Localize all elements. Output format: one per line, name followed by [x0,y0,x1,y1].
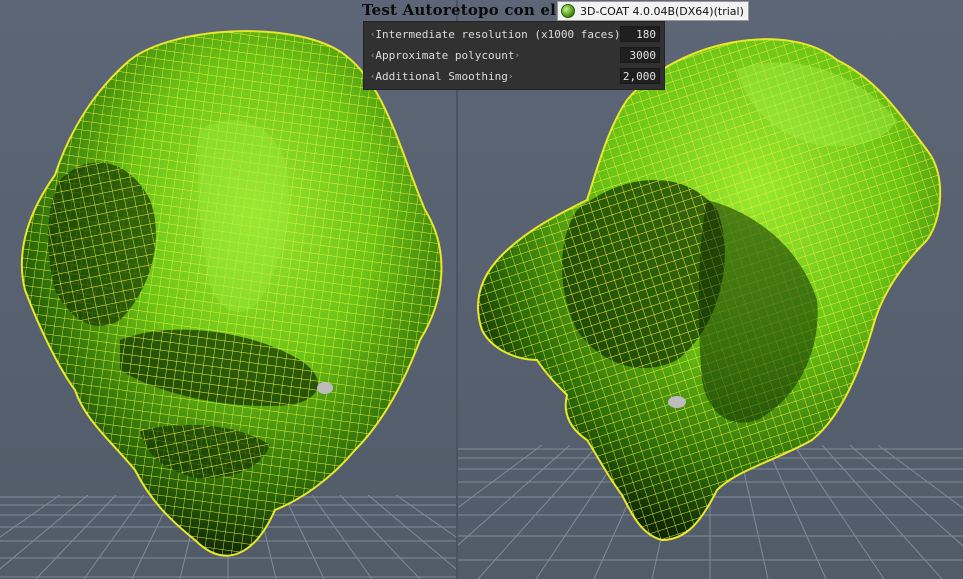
param-value-field[interactable]: 3000 [620,47,660,63]
param-approximate-polycount[interactable]: ‹ Approximate polycount › 3000 [364,46,664,65]
retopo-mesh-front [20,30,443,557]
param-additional-smoothing[interactable]: ‹ Additional Smoothing › 2,000 [364,67,664,86]
app-badge-label: 3D-COAT 4.0.04B(DX64)(trial) [580,4,744,18]
arrow-right-icon[interactable]: › [508,72,513,82]
param-label: Intermediate resolution (x1000 faces) [375,28,621,41]
3dcoat-app-icon [561,4,575,18]
caption-title: Test Autoretopo con el [362,1,557,19]
param-value-field[interactable]: 180 [620,26,660,42]
param-value-field[interactable]: 2,000 [620,68,660,84]
param-label: Additional Smoothing [375,70,508,83]
app-window-badge[interactable]: 3D-COAT 4.0.04B(DX64)(trial) [557,1,749,21]
arrow-right-icon[interactable]: › [515,51,520,61]
param-intermediate-resolution[interactable]: ‹ Intermediate resolution (x1000 faces) … [364,25,664,44]
param-label: Approximate polycount [375,49,515,62]
autoretopo-params-panel: ‹ Intermediate resolution (x1000 faces) … [363,21,665,90]
